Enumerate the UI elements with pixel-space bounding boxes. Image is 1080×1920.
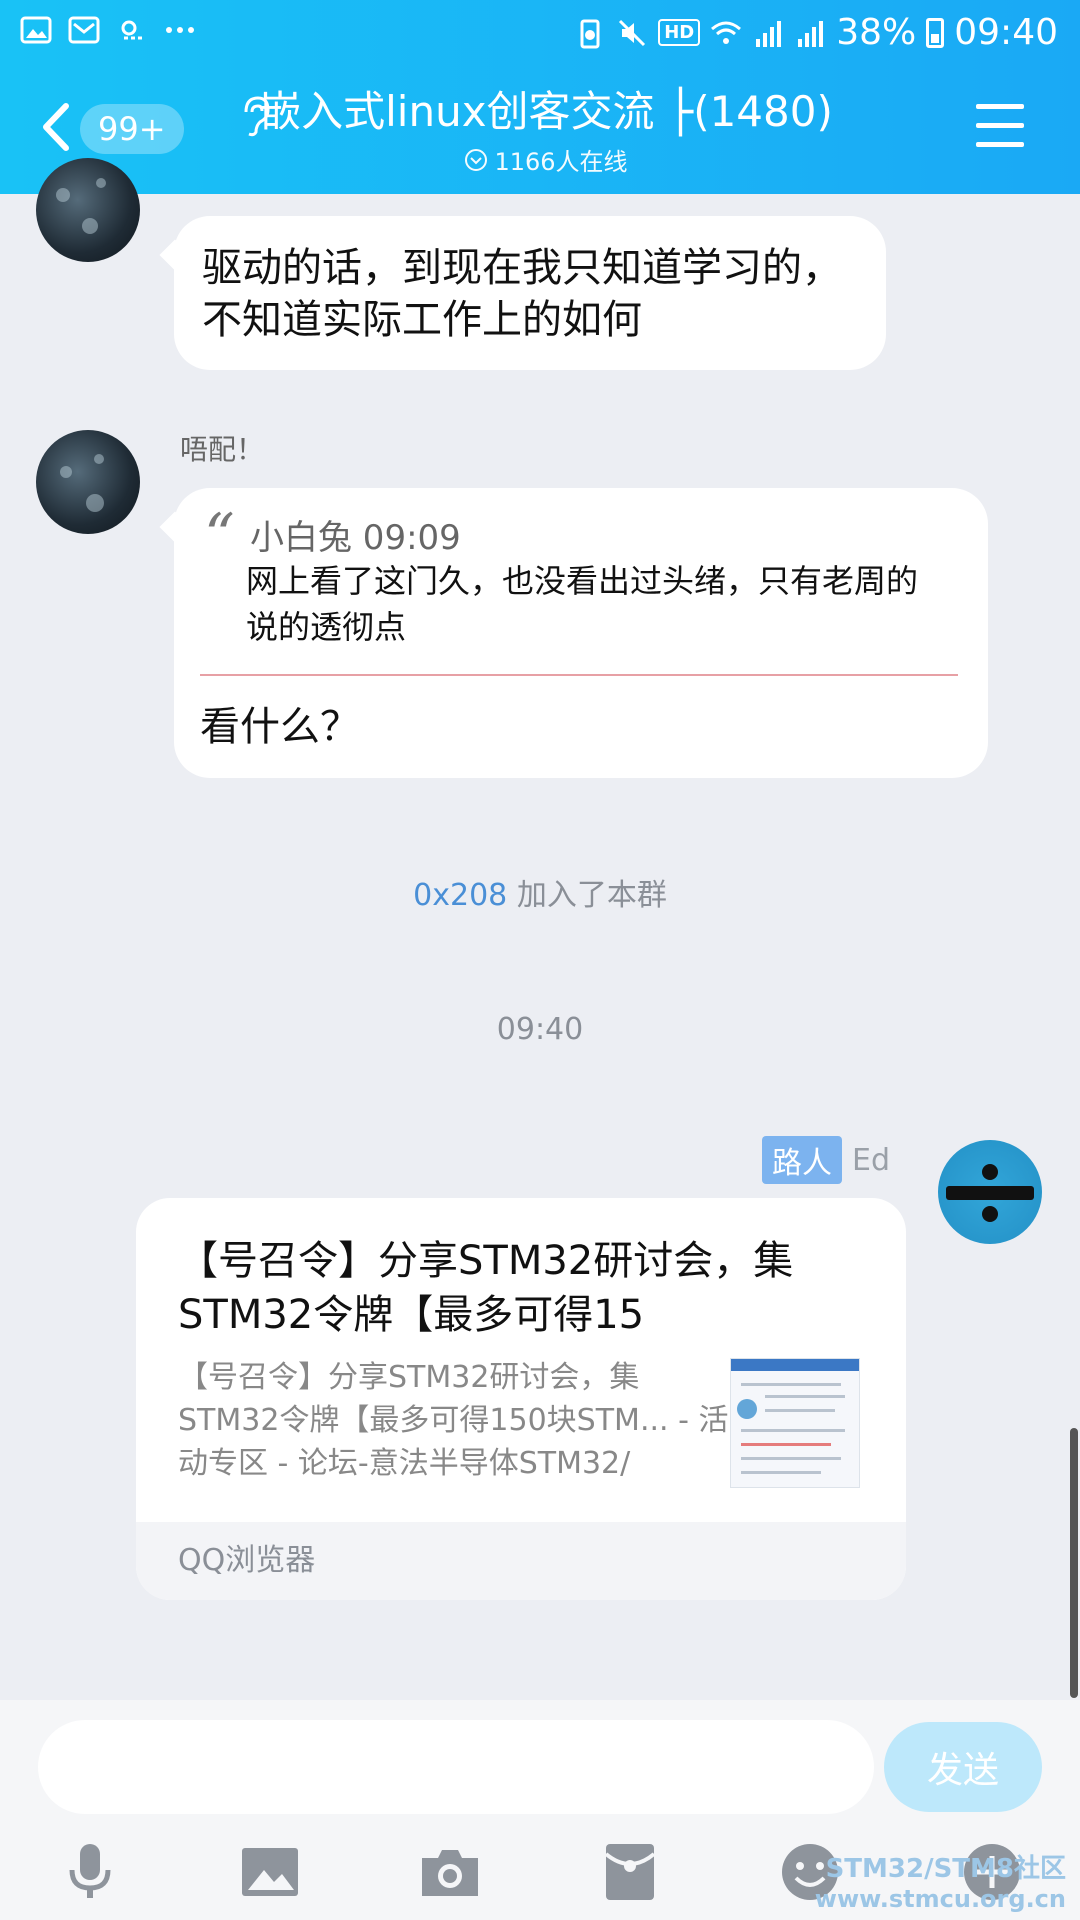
joined-user-link[interactable]: 0x208: [413, 878, 507, 913]
sender-nickname[interactable]: 唔配！: [180, 428, 264, 468]
share-link-card[interactable]: 【号召令】分享STM32研讨会，集STM32令牌【最多可得15 【号召令】分享S…: [136, 1198, 906, 1600]
more-notifications-icon: [166, 27, 194, 33]
quote-text[interactable]: 网上看了这门久，也没看出过头绪，只有老周的说的透彻点: [246, 558, 936, 650]
microphone-icon[interactable]: [58, 1840, 122, 1904]
online-count-label: 1166人在线: [494, 148, 628, 176]
weather-notification-icon: [121, 20, 142, 40]
chevron-circle-icon: [465, 148, 488, 171]
system-join-notice: 0x208 加入了本群: [0, 870, 1080, 914]
battery-icon: [926, 17, 945, 48]
red-packet-icon[interactable]: [598, 1840, 662, 1904]
clock: 09:40: [954, 12, 1058, 53]
back-arrow-icon[interactable]: [36, 100, 76, 154]
avatar[interactable]: [36, 158, 140, 262]
watermark-title: STM32/STM8社区: [825, 1854, 1066, 1884]
quote-author-time: 小白兔 09:09: [250, 518, 461, 558]
timestamp: 09:40: [496, 1012, 584, 1047]
recycle-icon: [580, 19, 600, 48]
status-bar: HD 38% 09:40: [0, 0, 1080, 70]
wifi-icon: [711, 21, 742, 44]
watermark-url: www.stmcu.org.cn: [814, 1885, 1066, 1913]
message-text: 驱动的话，到现在我只知道学习的，不知道实际工作上的如何: [202, 245, 842, 343]
message-bubble[interactable]: 驱动的话，到现在我只知道学习的，不知道实际工作上的如何: [174, 216, 886, 370]
card-description: 【号召令】分享STM32研讨会，集STM32令牌【最多可得150块STM... …: [178, 1360, 729, 1481]
member-title-tag: 路人: [762, 1136, 842, 1184]
card-title: 【号召令】分享STM32研讨会，集STM32令牌【最多可得15: [178, 1238, 794, 1338]
my-avatar[interactable]: [938, 1140, 1042, 1244]
message-input[interactable]: [38, 1720, 874, 1814]
card-source: QQ浏览器: [136, 1522, 906, 1600]
watermark: STM32/STM8社区 www.stmcu.org.cn: [814, 1856, 1066, 1913]
mail-notification-icon: [68, 16, 100, 44]
send-button[interactable]: 发送: [884, 1722, 1042, 1812]
battery-percent: 38%: [836, 12, 917, 53]
camera-icon[interactable]: [418, 1840, 482, 1904]
image-icon[interactable]: [238, 1840, 302, 1904]
signal-2g-icon: [756, 20, 782, 47]
hd-voice-badge: HD: [658, 19, 701, 46]
avatar[interactable]: [36, 430, 140, 534]
unread-count-badge[interactable]: 99+: [80, 104, 184, 154]
join-text: 加入了本群: [507, 878, 667, 913]
signal-4g-icon: [798, 20, 824, 47]
message-text: 看什么？: [200, 704, 360, 750]
card-thumbnail: [730, 1358, 860, 1488]
online-count: 1166人在线: [236, 142, 856, 177]
quote-divider: [200, 674, 958, 676]
sender-nickname: Ed: [852, 1142, 890, 1178]
chat-title-block[interactable]: 嵌入式linux创客交流 ├(1480) 1166人在线: [236, 84, 856, 177]
gallery-notification-icon: [20, 16, 52, 44]
chat-scrollbar[interactable]: [1070, 1428, 1078, 1698]
quote-icon: “: [204, 501, 235, 571]
chat-header: HD 38% 09:40 99+ 嵌入式linux创客交流 ├(1480) 11…: [0, 0, 1080, 194]
reply-message-bubble[interactable]: “ 小白兔 09:09 网上看了这门久，也没看出过头绪，只有老周的说的透彻点 看…: [174, 488, 988, 778]
sender-info: 路人 Ed: [762, 1136, 890, 1184]
menu-icon[interactable]: [976, 104, 1024, 148]
mute-icon: [619, 19, 646, 46]
group-title: 嵌入式linux创客交流 ├(1480): [259, 87, 833, 136]
